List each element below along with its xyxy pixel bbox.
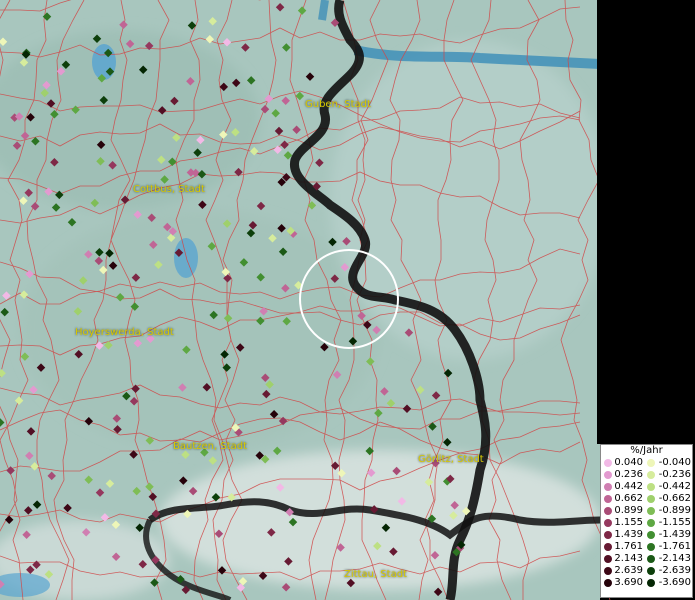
legend-swatch-negative	[647, 579, 655, 587]
side-panel-background	[597, 0, 695, 444]
legend-swatch-negative	[647, 483, 655, 491]
legend-row: 0.662 -0.662	[601, 493, 692, 505]
legend-swatch-positive	[604, 495, 612, 503]
legend-swatch-positive	[604, 531, 612, 539]
legend-value-negative: -0.899	[658, 505, 691, 516]
city-label-goerlitz: Görlitz, Stadt	[418, 454, 484, 465]
city-label-guben: Guben, Stadt	[305, 99, 371, 110]
legend-value-negative: -0.442	[658, 481, 691, 492]
legend-swatch-negative	[647, 567, 655, 575]
legend-value-positive: 1.439	[614, 529, 643, 540]
legend-value-positive: 1.761	[614, 541, 643, 552]
legend-row: 0.899 -0.899	[601, 505, 692, 517]
legend-value-positive: 0.899	[614, 505, 643, 516]
legend-row: 2.143 -2.143	[601, 553, 692, 565]
legend-value-positive: 0.442	[614, 481, 643, 492]
legend-value-positive: 2.639	[614, 565, 643, 576]
legend-value-positive: 2.143	[614, 553, 643, 564]
legend-row: 0.040 -0.040	[601, 457, 692, 469]
legend-row: 2.639 -2.639	[601, 565, 692, 577]
legend-value-negative: -2.143	[658, 553, 691, 564]
legend-swatch-negative	[647, 519, 655, 527]
city-label-hoyerswerda: Hoyerswerda, Stadt	[75, 327, 174, 338]
legend-value-negative: -3.690	[658, 577, 691, 588]
lake	[174, 238, 198, 278]
legend-swatch-negative	[647, 459, 655, 467]
legend-swatch-positive	[604, 459, 612, 467]
legend-swatch-positive	[604, 483, 612, 491]
legend-swatch-negative	[647, 495, 655, 503]
legend-swatch-negative	[647, 471, 655, 479]
legend-row: 1.155 -1.155	[601, 517, 692, 529]
legend-value-positive: 0.040	[614, 457, 643, 468]
legend-swatch-positive	[604, 555, 612, 563]
legend-row: 0.236 -0.236	[601, 469, 692, 481]
city-label-zittau: Zittau, Stadt	[344, 569, 407, 580]
legend-value-positive: 3.690	[614, 577, 643, 588]
legend-value-positive: 0.662	[614, 493, 643, 504]
legend-value-negative: -0.236	[658, 469, 691, 480]
legend-swatch-negative	[647, 555, 655, 563]
river-north	[318, 0, 329, 21]
lake	[92, 44, 116, 80]
map-canvas[interactable]	[0, 0, 695, 600]
city-label-cottbus: Cottbus, Stadt	[133, 184, 205, 195]
legend-value-negative: -0.662	[658, 493, 691, 504]
legend-value-negative: -1.155	[658, 517, 691, 528]
legend-swatch-positive	[604, 543, 612, 551]
legend-value-positive: 0.236	[614, 469, 643, 480]
legend-row: 1.439 -1.439	[601, 529, 692, 541]
legend-row: 3.690 -3.690	[601, 577, 692, 589]
legend-value-negative: -0.040	[658, 457, 691, 468]
legend: %/Jahr 0.040 -0.040 0.236 -0.236 0.442 -0.442…	[600, 444, 693, 598]
legend-swatch-positive	[604, 471, 612, 479]
map-view[interactable]: Guben, Stadt Cottbus, Stadt Hoyerswerda,…	[0, 0, 695, 600]
legend-swatch-positive	[604, 519, 612, 527]
city-label-bautzen: Bautzen, Stadt	[173, 441, 248, 452]
legend-row: 1.761 -1.761	[601, 541, 692, 553]
legend-value-positive: 1.155	[614, 517, 643, 528]
legend-swatch-positive	[604, 579, 612, 587]
legend-swatch-positive	[604, 507, 612, 515]
legend-value-negative: -2.639	[658, 565, 691, 576]
legend-swatch-negative	[647, 531, 655, 539]
legend-row: 0.442 -0.442	[601, 481, 692, 493]
legend-value-negative: -1.761	[658, 541, 691, 552]
legend-title: %/Jahr	[630, 445, 663, 456]
legend-swatch-negative	[647, 507, 655, 515]
legend-swatch-positive	[604, 567, 612, 575]
legend-value-negative: -1.439	[658, 529, 691, 540]
legend-swatch-negative	[647, 543, 655, 551]
